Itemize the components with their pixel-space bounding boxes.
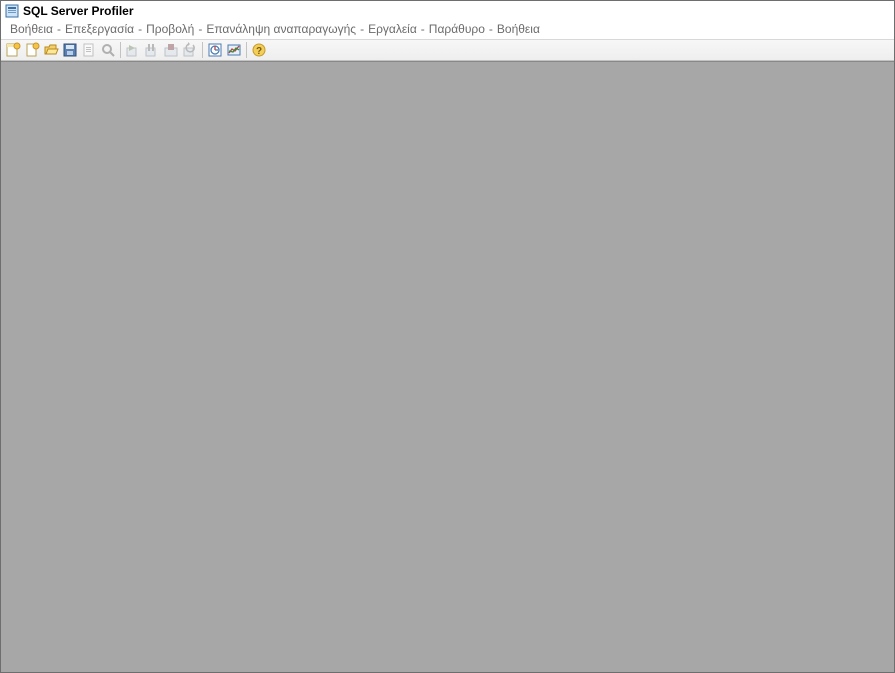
help-button[interactable]: ? bbox=[250, 41, 268, 59]
window-title: SQL Server Profiler bbox=[23, 4, 134, 18]
replay-button bbox=[181, 41, 199, 59]
app-window: SQL Server Profiler Βοήθεια - Επεξεργασί… bbox=[0, 0, 895, 673]
new-template-button[interactable] bbox=[23, 41, 41, 59]
mdi-workspace bbox=[1, 61, 894, 672]
pause-trace-button bbox=[143, 41, 161, 59]
save-button[interactable] bbox=[61, 41, 79, 59]
properties-button bbox=[80, 41, 98, 59]
menu-tools[interactable]: Εργαλεία bbox=[365, 22, 420, 36]
menu-help[interactable]: Βοήθεια bbox=[494, 22, 543, 36]
open-file-button[interactable] bbox=[42, 41, 60, 59]
menu-window[interactable]: Παράθυρο bbox=[426, 22, 488, 36]
find-button bbox=[99, 41, 117, 59]
toolbar-separator bbox=[246, 42, 247, 58]
toolbar-separator bbox=[202, 42, 203, 58]
menu-view[interactable]: Προβολή bbox=[143, 22, 197, 36]
app-icon bbox=[5, 4, 19, 18]
titlebar: SQL Server Profiler bbox=[1, 1, 894, 21]
stop-trace-button bbox=[162, 41, 180, 59]
toolbar-separator bbox=[120, 42, 121, 58]
menu-file[interactable]: Βοήθεια bbox=[7, 22, 56, 36]
tuning-advisor-button[interactable] bbox=[206, 41, 224, 59]
start-trace-button bbox=[124, 41, 142, 59]
menu-replay[interactable]: Επανάληψη αναπαραγωγής bbox=[203, 22, 359, 36]
new-trace-button[interactable] bbox=[4, 41, 22, 59]
performance-monitor-button[interactable] bbox=[225, 41, 243, 59]
toolbar: ? bbox=[1, 39, 894, 61]
menubar: Βοήθεια - Επεξεργασία - Προβολή - Επανάλ… bbox=[1, 21, 894, 39]
menu-edit[interactable]: Επεξεργασία bbox=[62, 22, 137, 36]
svg-text:?: ? bbox=[256, 46, 262, 57]
